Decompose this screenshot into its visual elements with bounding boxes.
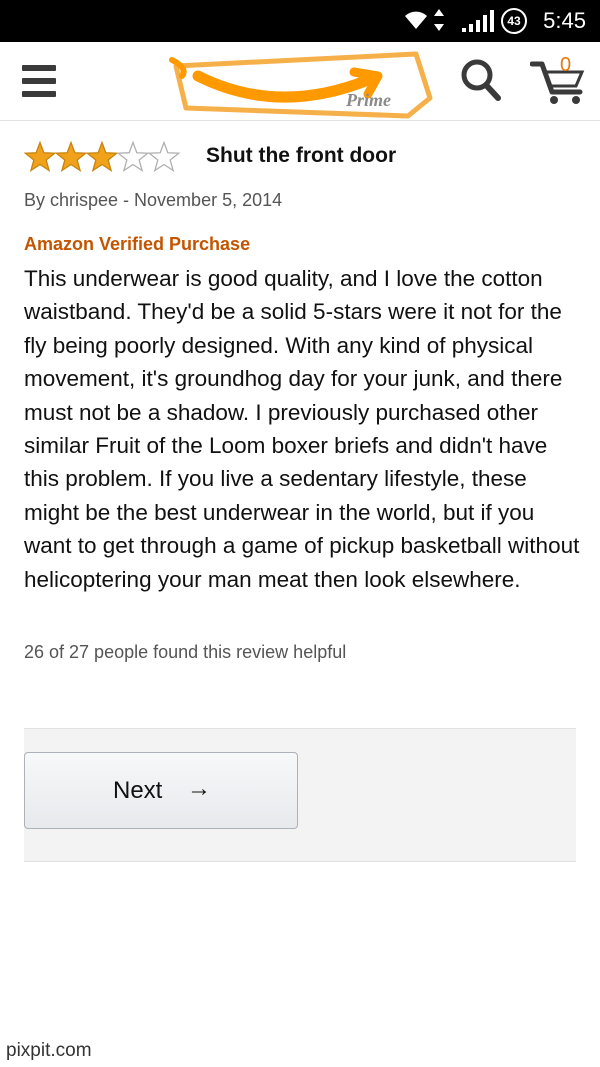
pagination: Next → bbox=[24, 728, 576, 862]
star-rating bbox=[24, 140, 181, 173]
star-filled-icon bbox=[24, 140, 57, 173]
next-button[interactable]: Next → bbox=[24, 752, 298, 829]
search-icon[interactable] bbox=[460, 58, 502, 102]
star-filled-icon bbox=[54, 140, 88, 173]
status-time: 5:45 bbox=[543, 8, 586, 33]
battery-level: 43 bbox=[507, 14, 521, 28]
next-button-label: Next bbox=[113, 777, 163, 804]
review-title: Shut the front door bbox=[206, 144, 397, 167]
verified-purchase-badge: Amazon Verified Purchase bbox=[24, 234, 251, 254]
cart-button[interactable]: 0 bbox=[530, 54, 586, 106]
review-body: This underwear is good quality, and I lo… bbox=[24, 266, 580, 592]
menu-icon bbox=[22, 65, 56, 71]
star-empty-icon bbox=[147, 140, 181, 173]
cart-count: 0 bbox=[560, 54, 572, 76]
star-empty-icon bbox=[116, 140, 150, 173]
star-filled-icon bbox=[85, 140, 119, 173]
helpful-count: 26 of 27 people found this review helpfu… bbox=[24, 642, 347, 662]
signal-icon bbox=[462, 10, 494, 32]
app-header: Prime 0 bbox=[0, 42, 600, 121]
amazon-smile-logo[interactable] bbox=[168, 46, 438, 120]
cart-icon bbox=[530, 61, 585, 104]
watermark: pixpit.com bbox=[6, 1040, 92, 1061]
status-bar: 43 5:45 bbox=[0, 0, 600, 42]
review-byline: By chrispee - November 5, 2014 bbox=[24, 190, 283, 210]
right-arrow-icon: → bbox=[187, 775, 211, 802]
prime-logo-text: Prime bbox=[346, 90, 391, 110]
wifi-icon bbox=[405, 11, 427, 29]
data-transfer-icon bbox=[434, 9, 444, 31]
battery-icon: 43 bbox=[501, 8, 527, 34]
menu-button[interactable] bbox=[22, 63, 56, 99]
